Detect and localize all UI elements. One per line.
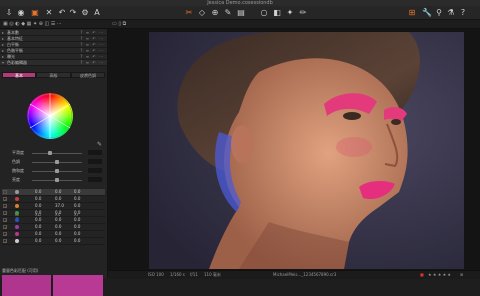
zoom-icon[interactable]: ⊞ (460, 272, 463, 278)
cursor-icon[interactable]: ✕ (44, 8, 54, 17)
color-dot (15, 211, 19, 215)
library-icon[interactable]: ▣ (30, 8, 40, 17)
slider-value-field[interactable] (88, 150, 102, 155)
slider-value-field[interactable] (88, 168, 102, 173)
tool-row-color-editor[interactable]: ▾ 色彩編輯器 ? ≡ ↶ ⋯ (0, 60, 107, 66)
tool-options-icon[interactable]: ? ≡ ↶ ⋯ (80, 54, 104, 59)
secondary-toolbar: ▣ ◎ ◐ ◆ ▦ ✦ ⊕ ◫ ☰ ⋯ ▭ ▯ ⧉ (0, 20, 480, 29)
text-icon[interactable]: A (92, 8, 102, 17)
collapse-icon: ▾ (2, 60, 5, 65)
iso-readout: ISO 100 (148, 272, 164, 277)
undo-icon[interactable]: ↶ (57, 8, 67, 17)
color-editor-tabs: 基本 高級 皮膚色調 (2, 72, 105, 78)
color-dot (15, 204, 19, 208)
tool-options-icon[interactable]: ? ≡ ↶ ⋯ (80, 60, 104, 65)
color-match-label: 重量色彩匹配 (可用) (2, 268, 39, 273)
tool-options-icon[interactable]: ? ≡ ↶ ⋯ (80, 30, 104, 35)
color-tag-icon[interactable]: ■ (420, 272, 424, 278)
slider-saturation[interactable]: 飽和度 (0, 168, 107, 174)
slider-lightness[interactable]: 亮度 (0, 177, 107, 183)
color-wheel-segments (27, 93, 73, 139)
crop-icon[interactable]: ✂ (184, 8, 194, 17)
tools-icon[interactable]: 🔧 (422, 8, 432, 17)
expand-icon: ▸ (2, 42, 5, 47)
color-swatch-after[interactable] (53, 275, 103, 296)
tab-skin-tone[interactable]: 皮膚色調 (71, 72, 105, 78)
tool-options-icon[interactable]: ? ≡ ↶ ⋯ (80, 48, 104, 53)
color-dot (15, 239, 19, 243)
slider-smoothness[interactable]: 平滑度 (0, 150, 107, 156)
row-checkbox[interactable]: ✓ (3, 204, 7, 209)
tool-panel: ▸ 基本數 ? ≡ ↶ ⋯ ▸ 基本特征 ? ≡ ↶ ⋯ ▸ 白平衡 ? ≡ ↶… (0, 29, 108, 296)
settings-icon[interactable]: ⚙ (80, 8, 90, 17)
tool-tab-icons[interactable]: ▣ ◎ ◐ ◆ ▦ ✦ ⊕ ◫ ☰ ⋯ (3, 21, 62, 27)
annotate-icon[interactable]: ✏ (298, 8, 308, 17)
eraser-icon[interactable]: ◧ (272, 8, 282, 17)
color-dot (15, 225, 19, 229)
slider-value-field[interactable] (88, 177, 102, 182)
keystone-icon[interactable]: ◇ (197, 8, 207, 17)
gradient-icon[interactable]: ▤ (236, 8, 246, 17)
brush-icon[interactable]: ✎ (223, 8, 233, 17)
row-checkbox[interactable]: ✓ (3, 211, 7, 216)
filename: MichaelMeis..._1234567890.cr3 (273, 272, 337, 277)
slider-knob[interactable] (55, 178, 59, 182)
row-checkbox[interactable]: ✓ (3, 239, 7, 244)
color-dot (15, 232, 19, 236)
help-icon[interactable]: ? (458, 8, 468, 17)
row-checkbox[interactable]: ✓ (3, 197, 7, 202)
slider-track (32, 153, 82, 154)
slider-knob[interactable] (55, 169, 59, 173)
slider-hue[interactable]: 色調 (0, 159, 107, 165)
color-table-row[interactable]: ✓ 0.0 0.0 0.0 (2, 224, 105, 231)
picker-icon[interactable]: ✦ (285, 8, 295, 17)
expand-icon: ▸ (2, 48, 5, 53)
rating-stars[interactable]: ★ ★ ★ ★ ★ (428, 272, 451, 278)
row-checkbox[interactable] (3, 190, 7, 194)
color-table-row[interactable]: ✓ 0.0 0.0 0.0 (2, 238, 105, 245)
tool-options-icon[interactable]: ? ≡ ↶ ⋯ (80, 42, 104, 47)
color-dot (15, 197, 19, 201)
focal-readout: 110 毫米 (204, 272, 221, 277)
row-checkbox[interactable]: ✓ (3, 225, 7, 230)
color-dot (15, 190, 19, 194)
capture-icon[interactable]: ◉ (16, 8, 26, 17)
color-table-row[interactable]: ✓ 0.0 0.0 0.0 (2, 231, 105, 238)
expand-icon: ▸ (2, 30, 5, 35)
row-checkbox[interactable]: ✓ (3, 232, 7, 237)
spot-icon[interactable]: ⊕ (210, 8, 220, 17)
portrait-photo[interactable] (149, 32, 464, 269)
eyedropper-icon[interactable]: ✎ (97, 141, 102, 148)
redo-icon[interactable]: ↷ (68, 8, 78, 17)
aperture-readout: f/11 (190, 272, 198, 277)
color-wheel[interactable] (27, 93, 73, 139)
slider-value-field[interactable] (88, 159, 102, 164)
color-swatch-before[interactable] (2, 275, 51, 296)
color-dot (15, 218, 19, 222)
color-table-row[interactable]: ✓ 0.0 37.0 0.0 (2, 203, 105, 210)
process-icon[interactable]: ⊞ (406, 8, 418, 17)
color-table-row[interactable]: 0.0 0.0 0.0 (2, 189, 105, 196)
viewer-icon[interactable]: ▭ ▯ ⧉ (112, 21, 126, 27)
slider-knob[interactable] (48, 151, 52, 155)
shutter-readout: 1/160 s (170, 272, 185, 277)
color-table-row[interactable]: ✓ 0.0 0.0 0.0 (2, 196, 105, 203)
import-icon[interactable]: ⇩ (4, 8, 14, 17)
eye-dropper-icon[interactable]: ⚗ (446, 8, 456, 17)
tool-options-icon[interactable]: ? ≡ ↶ ⋯ (80, 36, 104, 41)
tab-advanced[interactable]: 高級 (36, 72, 71, 78)
expand-icon: ▸ (2, 36, 5, 41)
expand-icon: ▸ (2, 54, 5, 59)
circle-icon[interactable]: ○ (259, 8, 269, 17)
slider-knob[interactable] (55, 160, 59, 164)
pin-icon[interactable]: ⚲ (434, 8, 444, 17)
color-table-row[interactable]: ✓ 0.0 0.0 0.0 (2, 210, 105, 217)
row-checkbox[interactable]: ✓ (3, 218, 7, 223)
color-table-row[interactable]: ✓ 0.0 0.0 0.0 (2, 217, 105, 224)
main-toolbar: ⇩ ◉ ▣ ✕ ↶ ↷ ⚙ A ✂ ◇ ⊕ ✎ ▤ ○ ◧ ✦ ✏ ⊞ 🔧 ⚲ … (0, 6, 480, 20)
tab-basic[interactable]: 基本 (2, 72, 36, 78)
